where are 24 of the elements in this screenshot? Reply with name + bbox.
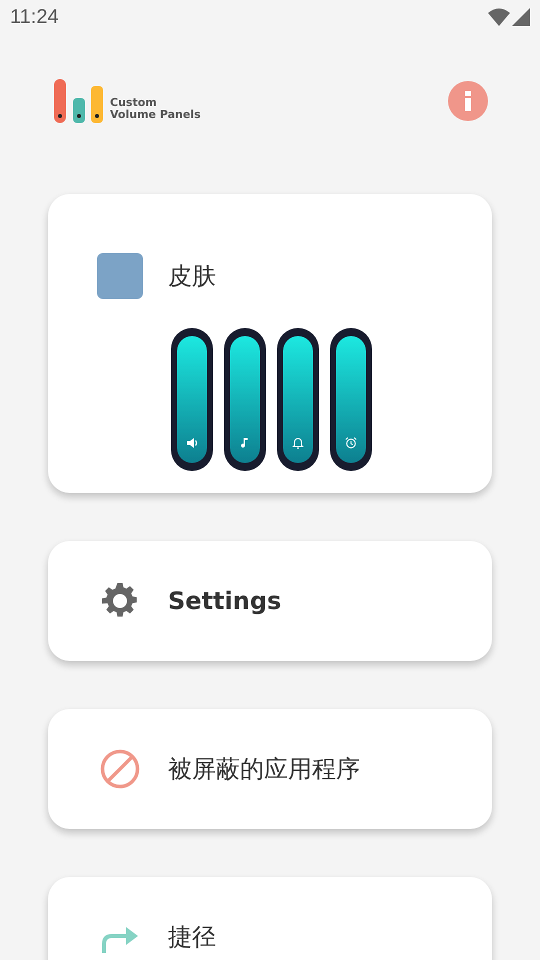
info-icon <box>464 91 472 111</box>
logo-text: Custom <box>110 96 158 108</box>
logo-text: Volume Panels <box>110 108 201 120</box>
wifi-icon <box>488 8 510 26</box>
volume-slider[interactable] <box>277 328 319 471</box>
status-time: 11:24 <box>10 6 59 28</box>
menu-card[interactable]: Settings <box>48 541 492 661</box>
card-title: 皮肤 <box>168 261 216 292</box>
bell-icon <box>292 437 304 449</box>
block-icon <box>100 749 140 789</box>
alarm-icon <box>345 437 357 449</box>
volume-icon <box>186 437 198 449</box>
logo-icon <box>54 78 104 124</box>
volume-slider[interactable] <box>171 328 213 471</box>
menu-label: Settings <box>168 587 282 615</box>
skin-swatch-icon <box>97 253 143 299</box>
volume-slider[interactable] <box>330 328 372 471</box>
menu-card[interactable]: 被屏蔽的应用程序 <box>48 709 492 829</box>
skin-card[interactable]: 皮肤 <box>48 194 492 493</box>
signal-icon <box>512 8 530 26</box>
volume-slider[interactable] <box>224 328 266 471</box>
menu-card[interactable]: 捷径 <box>48 877 492 960</box>
menu-label: 被屏蔽的应用程序 <box>168 754 360 785</box>
menu-label: 捷径 <box>168 922 216 953</box>
